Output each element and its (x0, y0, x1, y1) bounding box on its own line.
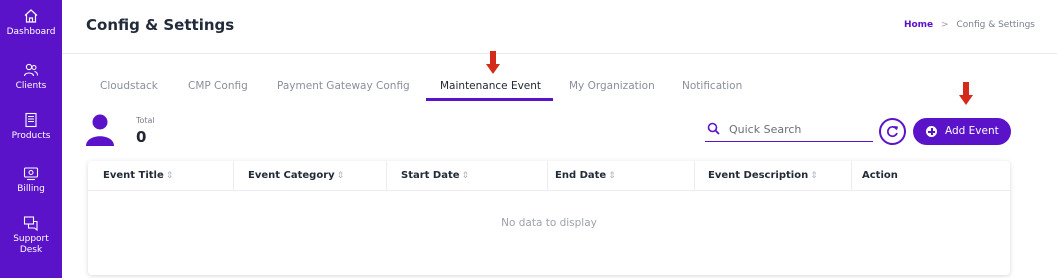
active-tab-indicator (426, 98, 553, 101)
column-header-action: Action (862, 161, 898, 191)
users-icon (23, 63, 38, 77)
annotation-arrow-icon (486, 51, 500, 74)
annotation-arrow-icon (959, 82, 973, 105)
refresh-icon (887, 125, 898, 138)
sidebar-item-label: Products (11, 131, 51, 141)
tab-bar: Cloudstack CMP Config Payment Gateway Co… (62, 70, 1057, 104)
app-root: Dashboard Clients Products Billing Suppo… (0, 0, 1057, 278)
sidebar-item-label: Dashboard (6, 27, 56, 37)
column-divider (386, 161, 387, 191)
column-label: Event Category (248, 170, 335, 181)
tab-my-organization[interactable]: My Organization (569, 80, 655, 92)
breadcrumb-current: Config & Settings (956, 20, 1035, 30)
home-icon (24, 9, 38, 23)
table-header: Event Title ⇕ Event Category ⇕ Start Date ⇕… (88, 161, 1010, 191)
server-icon (25, 112, 37, 128)
sort-icon: ⇕ (461, 171, 470, 181)
tab-notification[interactable]: Notification (682, 80, 742, 92)
sort-icon: ⇕ (165, 171, 174, 181)
column-divider (694, 161, 695, 191)
billing-icon (23, 167, 39, 181)
total-count: 0 (136, 128, 147, 146)
empty-state-message: No data to display (501, 217, 597, 229)
column-label: Start Date (401, 170, 460, 181)
search-icon (707, 122, 720, 135)
refresh-button[interactable] (879, 118, 906, 145)
column-label: End Date (555, 170, 607, 181)
sidebar-item-dashboard[interactable]: Dashboard (0, 8, 62, 38)
plus-circle-icon (926, 126, 937, 137)
add-event-button[interactable]: Add Event (913, 118, 1011, 145)
sidebar-item-support-desk[interactable]: Support Desk (0, 215, 62, 256)
column-label: Event Title (103, 170, 164, 181)
column-header-event-title[interactable]: Event Title ⇕ (103, 161, 173, 191)
column-divider (851, 161, 852, 191)
chat-icon (23, 216, 38, 231)
sidebar-item-products[interactable]: Products (0, 112, 62, 142)
column-header-event-category[interactable]: Event Category ⇕ (248, 161, 344, 191)
add-event-label: Add Event (945, 125, 999, 137)
sidebar-item-label: Support Desk (13, 234, 49, 255)
column-header-start-date[interactable]: Start Date ⇕ (401, 161, 469, 191)
user-avatar-icon (86, 114, 114, 146)
sort-icon: ⇕ (810, 171, 818, 181)
tab-maintenance-event[interactable]: Maintenance Event (440, 80, 541, 92)
tab-cmp-config[interactable]: CMP Config (188, 80, 248, 92)
sort-icon: ⇕ (608, 171, 616, 181)
sidebar: Dashboard Clients Products Billing Suppo… (0, 0, 62, 278)
sort-icon: ⇕ (336, 171, 345, 181)
search-box (705, 118, 873, 142)
column-label: Event Description (708, 170, 809, 181)
column-divider (233, 161, 234, 191)
tab-payment-gateway-config[interactable]: Payment Gateway Config (277, 80, 410, 92)
events-table: Event Title ⇕ Event Category ⇕ Start Date ⇕… (88, 161, 1010, 275)
column-divider (547, 161, 548, 191)
column-label: Action (862, 170, 898, 181)
breadcrumb-separator: > (941, 20, 949, 30)
sidebar-item-label: Billing (17, 184, 45, 194)
page-title: Config & Settings (86, 16, 235, 34)
breadcrumb-home-link[interactable]: Home (904, 20, 933, 30)
column-header-event-description[interactable]: Event Description ⇕ (708, 161, 818, 191)
sidebar-item-billing[interactable]: Billing (0, 165, 62, 195)
sidebar-item-clients[interactable]: Clients (0, 62, 62, 92)
page-header: Config & Settings Home > Config & Settin… (62, 0, 1057, 54)
search-input[interactable] (729, 120, 869, 138)
column-header-end-date[interactable]: End Date ⇕ (555, 161, 616, 191)
total-label: Total (136, 116, 155, 125)
tab-cloudstack[interactable]: Cloudstack (100, 80, 158, 92)
sidebar-item-label: Clients (15, 81, 47, 91)
breadcrumb: Home > Config & Settings (904, 20, 1035, 30)
